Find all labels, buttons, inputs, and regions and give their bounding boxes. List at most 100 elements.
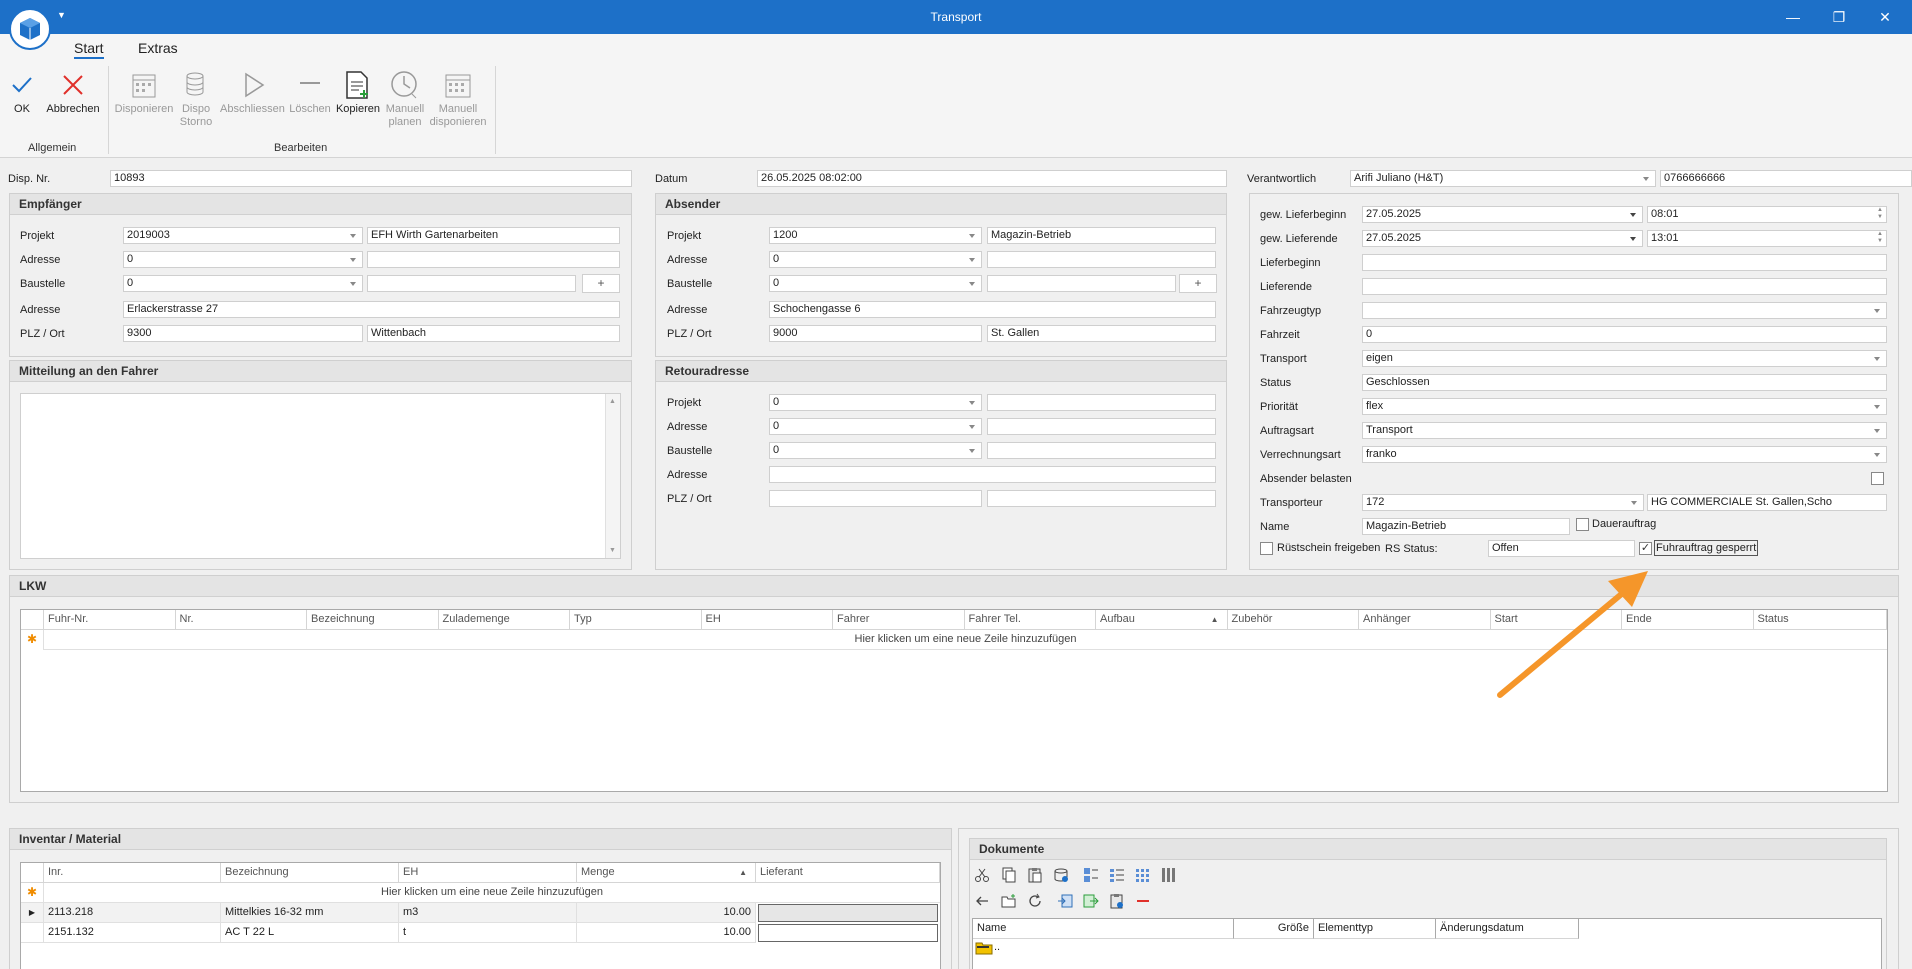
lkw-col-8[interactable]: Aufbau ▲ (1096, 610, 1228, 630)
empf-baustelle-name-field[interactable] (367, 275, 576, 292)
abs-adresse-select[interactable]: 0 (769, 251, 982, 268)
tab-extras[interactable]: Extras (138, 40, 178, 56)
kopieren-button[interactable]: Kopieren (334, 103, 382, 116)
scroll-down-icon[interactable]: ▼ (609, 547, 616, 554)
abs-plz-field[interactable]: 9000 (769, 325, 982, 342)
lkw-col-9[interactable]: Zubehör (1227, 610, 1359, 630)
ret-adresse-name-field[interactable] (987, 418, 1216, 435)
abs-projekt-name-field[interactable]: Magazin-Betrieb (987, 227, 1216, 244)
doc-col-name[interactable]: Name (973, 919, 1234, 939)
lkw-col-3[interactable]: Zulademenge (438, 610, 570, 630)
minimize-button[interactable]: — (1770, 0, 1816, 34)
app-logo-icon[interactable] (9, 8, 51, 50)
view-small-icons-icon[interactable] (1109, 867, 1125, 883)
lkw-col-7[interactable]: Fahrer Tel. (964, 610, 1096, 630)
time-spinner-icon[interactable]: ▲ ▼ (1877, 207, 1883, 221)
abs-baustelle-select[interactable]: 0 (769, 275, 982, 292)
lieferende-gew-time[interactable]: 13:01 ▲ ▼ (1647, 230, 1887, 247)
copy-icon[interactable] (1001, 867, 1017, 883)
ret-projekt-name-field[interactable] (987, 394, 1216, 411)
datum-field[interactable]: 26.05.2025 08:02:00 (757, 170, 1227, 187)
quick-access-dropdown-icon[interactable]: ▼ (57, 10, 66, 20)
abs-baustelle-name-field[interactable] (987, 275, 1176, 292)
lkw-col-6[interactable]: Fahrer (833, 610, 965, 630)
doc-col-aenderungsdatum[interactable]: Änderungsdatum (1436, 919, 1579, 939)
ret-baustelle-name-field[interactable] (987, 442, 1216, 459)
lieferende-gew-date[interactable]: 27.05.2025 (1362, 230, 1643, 247)
inv-row2-menge[interactable]: 10.00 (577, 923, 756, 943)
ret-projekt-select[interactable]: 0 (769, 394, 982, 411)
abs-ort-field[interactable]: St. Gallen (987, 325, 1216, 342)
inv-col-eh[interactable]: EH (399, 863, 577, 883)
ret-ort-field[interactable] (987, 490, 1216, 507)
abs-baustelle-add-button[interactable]: + (1179, 274, 1217, 293)
doc-col-groesse[interactable]: Größe (1234, 919, 1314, 939)
absender-belasten-checkbox[interactable] (1871, 472, 1884, 485)
ret-plz-field[interactable] (769, 490, 982, 507)
inv-row2-eh[interactable]: t (399, 923, 577, 943)
close-button[interactable]: ✕ (1862, 0, 1908, 34)
scroll-up-icon[interactable]: ▲ (609, 398, 616, 405)
lieferbeginn-gew-date[interactable]: 27.05.2025 (1362, 206, 1643, 223)
lkw-col-4[interactable]: Typ (570, 610, 702, 630)
clipboard-paste-icon[interactable] (1109, 893, 1125, 909)
view-list-icon[interactable] (1135, 867, 1151, 883)
dauerauftrag-checkbox[interactable] (1576, 518, 1589, 531)
verrechnungsart-select[interactable]: franko (1362, 446, 1887, 463)
inv-col-bezeichnung[interactable]: Bezeichnung (221, 863, 399, 883)
inv-col-lieferant[interactable]: Lieferant (756, 863, 940, 883)
manuell-disponieren-button[interactable]: Manuell disponieren (428, 103, 488, 129)
inv-col-inr[interactable]: Inr. (44, 863, 221, 883)
transporteur-select[interactable]: 172 (1362, 494, 1644, 511)
lkw-col-13[interactable]: Status (1753, 610, 1887, 630)
abs-strasse-field[interactable]: Schochengasse 6 (769, 301, 1216, 318)
empf-baustelle-add-button[interactable]: + (582, 274, 620, 293)
prioritaet-select[interactable]: flex (1362, 398, 1887, 415)
abs-projekt-select[interactable]: 1200 (769, 227, 982, 244)
loeschen-button[interactable]: Löschen (287, 103, 333, 116)
abschliessen-button[interactable]: Abschliessen (220, 103, 285, 116)
inv-row1-inr[interactable]: 2113.218 (44, 903, 221, 923)
fahrzeugtyp-select[interactable] (1362, 302, 1887, 319)
doc-col-elementtyp[interactable]: Elementtyp (1314, 919, 1436, 939)
ret-adresse-select[interactable]: 0 (769, 418, 982, 435)
restore-button[interactable]: ❐ (1816, 0, 1862, 34)
disp-nr-field[interactable]: 10893 (110, 170, 632, 187)
name-field[interactable]: Magazin-Betrieb (1362, 518, 1570, 535)
time-spinner-icon[interactable]: ▲ ▼ (1877, 231, 1883, 245)
view-large-icons-icon[interactable] (1083, 867, 1099, 883)
fuhrauftrag-checkbox[interactable]: ✓ (1639, 542, 1652, 555)
ok-button[interactable]: OK (8, 103, 36, 116)
lkw-col-2[interactable]: Bezeichnung (307, 610, 439, 630)
ret-strasse-field[interactable] (769, 466, 1216, 483)
mitteilung-scrollbar[interactable]: ▲ ▼ (605, 394, 620, 558)
empf-baustelle-select[interactable]: 0 (123, 275, 363, 292)
inv-col-menge[interactable]: Menge ▲ (577, 863, 756, 883)
inv-row2-inr[interactable]: 2151.132 (44, 923, 221, 943)
import-icon[interactable] (1057, 893, 1073, 909)
empf-projekt-name-field[interactable]: EFH Wirth Gartenarbeiten (367, 227, 620, 244)
lkw-col-0[interactable]: Fuhr-Nr. (44, 610, 176, 630)
lkw-col-5[interactable]: EH (701, 610, 833, 630)
delete-minus-icon[interactable] (1135, 893, 1151, 909)
back-arrow-icon[interactable] (974, 893, 990, 909)
cancel-button[interactable]: Abbrechen (44, 103, 102, 116)
lieferende-field[interactable] (1362, 278, 1887, 295)
manuell-planen-button[interactable]: Manuell planen (384, 103, 426, 129)
inv-row2-lieferant[interactable] (758, 924, 938, 942)
view-details-icon[interactable] (1161, 867, 1177, 883)
empf-projekt-select[interactable]: 2019003 (123, 227, 363, 244)
empf-adresse-select[interactable]: 0 (123, 251, 363, 268)
fahrzeit-field[interactable]: 0 (1362, 326, 1887, 343)
doc-row-name[interactable]: .. (994, 941, 1000, 953)
tab-start[interactable]: Start (74, 40, 104, 59)
new-folder-icon[interactable] (1001, 893, 1017, 909)
transporteur-name-field[interactable]: HG COMMERCIALE St. Gallen,Scho (1647, 494, 1887, 511)
empf-adresse-name-field[interactable] (367, 251, 620, 268)
inv-row1-bez[interactable]: Mittelkies 16-32 mm (221, 903, 399, 923)
phone-field[interactable]: 0766666666 (1660, 170, 1912, 187)
abs-adresse-name-field[interactable] (987, 251, 1216, 268)
lieferbeginn-gew-time[interactable]: 08:01 ▲ ▼ (1647, 206, 1887, 223)
ret-baustelle-select[interactable]: 0 (769, 442, 982, 459)
disponieren-button[interactable]: Disponieren (113, 103, 175, 116)
